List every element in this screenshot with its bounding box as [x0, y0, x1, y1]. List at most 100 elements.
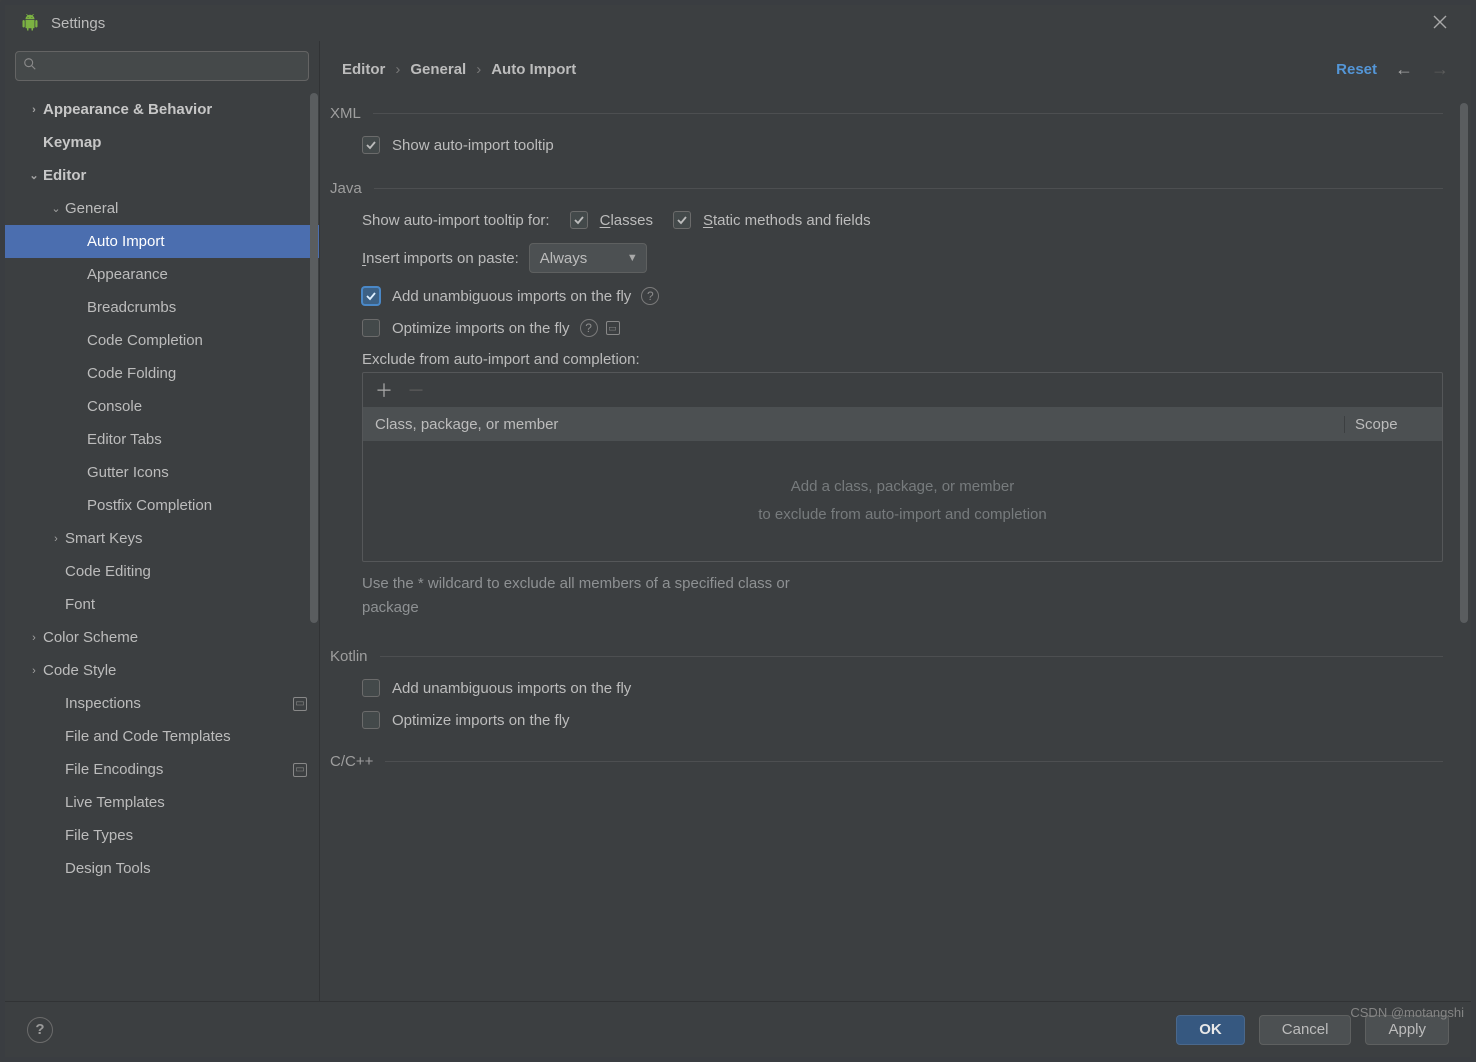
java-classes-checkbox[interactable]	[570, 211, 588, 229]
exclude-col-scope: Scope	[1344, 416, 1442, 433]
watermark: CSDN @motangshi	[1350, 1005, 1464, 1020]
content-scrollbar[interactable]	[1459, 101, 1469, 993]
chevron-right-icon: ›	[395, 61, 400, 78]
sidebar-item-code-completion[interactable]: Code Completion	[5, 324, 319, 357]
chevron-down-icon: ▼	[627, 252, 638, 264]
section-kotlin-title: Kotlin	[330, 648, 368, 665]
java-optimize-checkbox[interactable]	[362, 319, 380, 337]
help-button[interactable]: ?	[27, 1017, 53, 1043]
java-static-checkbox[interactable]	[673, 211, 691, 229]
sidebar-item-code-style[interactable]: ›Code Style	[5, 654, 319, 687]
settings-search-input[interactable]	[15, 51, 309, 81]
kotlin-optimize-label: Optimize imports on the fly	[392, 712, 570, 729]
section-java-title: Java	[330, 180, 362, 197]
java-unambiguous-label: Add unambiguous imports on the fly	[392, 288, 631, 305]
sidebar-item-gutter-icons[interactable]: Gutter Icons	[5, 456, 319, 489]
sidebar-item-code-editing[interactable]: Code Editing	[5, 555, 319, 588]
java-optimize-label: Optimize imports on the fly	[392, 320, 570, 337]
java-insert-select[interactable]: Always ▼	[529, 243, 647, 273]
sidebar-item-editor-tabs[interactable]: Editor Tabs	[5, 423, 319, 456]
kotlin-unambiguous-checkbox[interactable]	[362, 679, 380, 697]
section-xml-title: XML	[330, 105, 361, 122]
crumb-editor[interactable]: Editor	[342, 61, 385, 78]
exclude-hint: Use the * wildcard to exclude all member…	[362, 572, 942, 620]
sidebar-item-color-scheme[interactable]: ›Color Scheme	[5, 621, 319, 654]
settings-tree: ›Appearance & BehaviorKeymap⌄Editor⌄Gene…	[5, 89, 319, 1001]
java-unambiguous-checkbox[interactable]	[362, 287, 380, 305]
settings-content: XML Show auto-import tooltip Java Show a…	[320, 97, 1471, 1001]
sidebar-item-font[interactable]: Font	[5, 588, 319, 621]
sidebar-item-inspections[interactable]: Inspections▭	[5, 687, 319, 720]
android-icon	[21, 14, 39, 32]
java-classes-label: Classes	[600, 212, 653, 229]
expand-arrow-icon: ›	[25, 665, 43, 677]
help-icon[interactable]: ?	[641, 287, 659, 305]
sidebar-item-file-and-code-templates[interactable]: File and Code Templates	[5, 720, 319, 753]
close-button[interactable]	[1425, 9, 1455, 38]
sidebar-item-label: Code Style	[43, 662, 116, 679]
sidebar-item-keymap[interactable]: Keymap	[5, 126, 319, 159]
ok-button[interactable]: OK	[1176, 1015, 1245, 1045]
sidebar-item-design-tools[interactable]: Design Tools	[5, 852, 319, 885]
expand-arrow-icon: ›	[25, 104, 43, 116]
sidebar-item-postfix-completion[interactable]: Postfix Completion	[5, 489, 319, 522]
sidebar-item-label: Font	[65, 596, 95, 613]
sidebar-item-label: Auto Import	[87, 233, 165, 250]
sidebar-item-label: Breadcrumbs	[87, 299, 176, 316]
remove-button: －	[407, 377, 425, 403]
section-ccpp-title: C/C++	[330, 753, 373, 770]
sidebar-item-file-types[interactable]: File Types	[5, 819, 319, 852]
sidebar-item-label: Inspections	[65, 695, 141, 712]
cancel-button[interactable]: Cancel	[1259, 1015, 1352, 1045]
project-scope-icon: ▭	[606, 321, 620, 335]
java-exclude-label: Exclude from auto-import and completion:	[362, 351, 640, 368]
java-tooltip-for-label: Show auto-import tooltip for:	[362, 212, 550, 229]
sidebar: ›Appearance & BehaviorKeymap⌄Editor⌄Gene…	[5, 41, 320, 1001]
sidebar-item-appearance-behavior[interactable]: ›Appearance & Behavior	[5, 93, 319, 126]
crumb-general[interactable]: General	[410, 61, 466, 78]
java-insert-label: Insert imports on paste:	[362, 250, 519, 267]
sidebar-item-label: Editor	[43, 167, 86, 184]
sidebar-item-label: Appearance & Behavior	[43, 101, 212, 118]
crumb-auto-import: Auto Import	[491, 61, 576, 78]
sidebar-scrollbar[interactable]	[309, 89, 319, 1001]
java-static-label: Static methods and fields	[703, 212, 871, 229]
sidebar-item-appearance[interactable]: Appearance	[5, 258, 319, 291]
add-button[interactable]: ＋	[375, 377, 393, 403]
nav-back-button[interactable]: ←	[1395, 59, 1413, 80]
expand-arrow-icon: ›	[47, 533, 65, 545]
project-scope-icon: ▭	[293, 763, 307, 777]
nav-forward-button: →	[1431, 59, 1449, 80]
reset-link[interactable]: Reset	[1336, 61, 1377, 78]
sidebar-item-editor[interactable]: ⌄Editor	[5, 159, 319, 192]
java-insert-value: Always	[540, 250, 588, 267]
xml-show-tooltip-label: Show auto-import tooltip	[392, 137, 554, 154]
kotlin-optimize-checkbox[interactable]	[362, 711, 380, 729]
sidebar-item-label: Color Scheme	[43, 629, 138, 646]
sidebar-item-live-templates[interactable]: Live Templates	[5, 786, 319, 819]
xml-show-tooltip-checkbox[interactable]	[362, 136, 380, 154]
exclude-col-class: Class, package, or member	[363, 416, 1344, 433]
sidebar-item-file-encodings[interactable]: File Encodings▭	[5, 753, 319, 786]
help-icon[interactable]: ?	[580, 319, 598, 337]
exclude-empty-state: Add a class, package, or member to exclu…	[363, 441, 1442, 561]
sidebar-item-general[interactable]: ⌄General	[5, 192, 319, 225]
kotlin-unambiguous-label: Add unambiguous imports on the fly	[392, 680, 631, 697]
expand-arrow-icon: ⌄	[47, 202, 65, 215]
sidebar-item-label: File and Code Templates	[65, 728, 231, 745]
sidebar-item-label: Code Folding	[87, 365, 176, 382]
sidebar-item-label: File Types	[65, 827, 133, 844]
sidebar-item-label: Appearance	[87, 266, 168, 283]
sidebar-item-label: Code Editing	[65, 563, 151, 580]
sidebar-item-code-folding[interactable]: Code Folding	[5, 357, 319, 390]
sidebar-item-auto-import[interactable]: Auto Import	[5, 225, 319, 258]
sidebar-item-smart-keys[interactable]: ›Smart Keys	[5, 522, 319, 555]
sidebar-item-label: Console	[87, 398, 142, 415]
dialog-footer: ? OK Cancel Apply	[5, 1001, 1471, 1057]
sidebar-item-breadcrumbs[interactable]: Breadcrumbs	[5, 291, 319, 324]
sidebar-item-label: Postfix Completion	[87, 497, 212, 514]
sidebar-item-label: Smart Keys	[65, 530, 143, 547]
sidebar-item-console[interactable]: Console	[5, 390, 319, 423]
exclude-table: ＋ － Class, package, or member Scope Add …	[362, 372, 1443, 562]
sidebar-item-label: General	[65, 200, 118, 217]
